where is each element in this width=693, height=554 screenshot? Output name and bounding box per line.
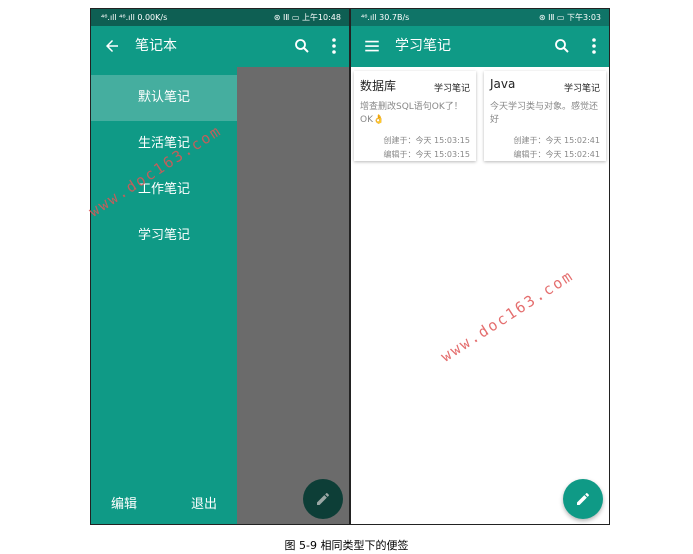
note-card[interactable]: Java 学习笔记 今天学习类与对象。感觉还好 创建于：今天 15:02:41 … <box>484 71 606 161</box>
phone-screen-drawer-open: ⁴⁶.ıll ⁴⁶.ıll 0.00K/s ⊛ ⅠⅡ ▭ 上午10:48 笔记本… <box>90 8 350 525</box>
pencil-icon <box>577 493 589 505</box>
app-title: 学习笔记 <box>395 38 451 54</box>
pencil-icon <box>317 493 329 505</box>
note-category: 学习笔记 <box>433 84 470 94</box>
add-note-fab[interactable] <box>563 479 603 519</box>
app-bar: 学习笔记 <box>351 26 609 67</box>
note-created-time: 创建于：今天 15:02:41 <box>513 136 600 145</box>
note-title: 数据库 <box>360 79 397 93</box>
menu-icon[interactable] <box>363 37 381 55</box>
note-edited-time: 编辑于：今天 15:03:15 <box>383 150 470 159</box>
status-bar: ⁴⁶.ıll ⁴⁶.ıll 0.00K/s ⊛ ⅠⅡ ▭ 上午10:48 <box>91 9 349 26</box>
note-title: Java <box>490 77 516 91</box>
search-icon[interactable] <box>553 37 571 55</box>
drawer-item-study[interactable]: 学习笔记 <box>91 213 237 259</box>
note-card[interactable]: 数据库 学习笔记 增查删改SQL语句OK了！OK👌 创建于：今天 15:03:1… <box>354 71 476 161</box>
edit-button[interactable]: 编辑 <box>111 493 137 512</box>
status-right: ⊛ ⅠⅡ ▭ 上午10:48 <box>273 13 341 22</box>
status-left: ⁴⁶.ıll 30.7B/s <box>361 13 410 22</box>
note-created-time: 创建于：今天 15:03:15 <box>383 136 470 145</box>
search-icon[interactable] <box>293 37 311 55</box>
status-right: ⊛ ⅠⅡ ▭ 下午3:03 <box>538 13 601 22</box>
status-left: ⁴⁶.ıll ⁴⁶.ıll 0.00K/s <box>101 13 168 22</box>
more-vert-icon[interactable] <box>331 37 337 55</box>
add-note-fab[interactable] <box>303 479 343 519</box>
phone-screen-note-list: ⁴⁶.ıll 30.7B/s ⊛ ⅠⅡ ▭ 下午3:03 学习笔记 数据库 学习… <box>350 8 610 525</box>
note-edited-time: 编辑于：今天 15:02:41 <box>513 150 600 159</box>
note-body: 今天学习类与对象。感觉还好 <box>490 102 599 125</box>
drawer-item-default[interactable]: 默认笔记 <box>91 75 237 121</box>
note-body: 增查删改SQL语句OK了！OK👌 <box>360 102 463 125</box>
exit-button[interactable]: 退出 <box>191 493 217 512</box>
more-vert-icon[interactable] <box>591 37 597 55</box>
figure-caption: 图 5-9 相同类型下的便签 <box>284 539 409 552</box>
back-arrow-icon[interactable] <box>103 37 121 55</box>
app-bar: 笔记本 <box>91 26 349 67</box>
app-title: 笔记本 <box>135 38 177 54</box>
note-category: 学习笔记 <box>563 84 600 94</box>
status-bar: ⁴⁶.ıll 30.7B/s ⊛ ⅠⅡ ▭ 下午3:03 <box>351 9 609 26</box>
